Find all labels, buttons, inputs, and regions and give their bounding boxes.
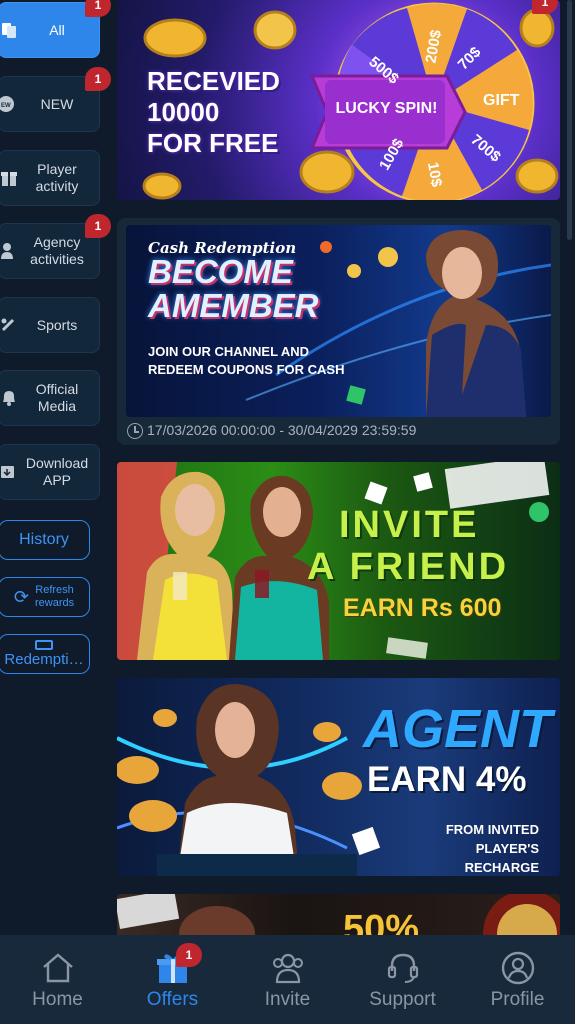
- agent-line1: AGENT: [363, 699, 552, 759]
- svg-text:EW: EW: [1, 103, 11, 109]
- agent-subtext: FROM INVITED PLAYER'S RECHARGE: [445, 822, 539, 875]
- sports-icon: [0, 314, 19, 336]
- home-icon: [42, 952, 73, 982]
- nav-invite-label: Invite: [264, 988, 311, 1010]
- category-sidebar: All 1 EW NEW 1 Player activity Agency ac…: [0, 0, 112, 935]
- cards-icon: [0, 19, 19, 41]
- notification-badge: 1: [85, 67, 111, 91]
- slice-gift: GIFT: [483, 92, 520, 109]
- invite-line2: A FRIEND: [307, 546, 510, 588]
- agent-banner[interactable]: AGENT EARN 4% FROM INVITED PLAYER'S RECH…: [117, 678, 560, 876]
- history-label: History: [19, 531, 69, 548]
- lucky-spin-banner[interactable]: RECEVIED 10000 FOR FREE LUCKY SPIN! 200$…: [117, 0, 560, 200]
- promotions-list: RECEVIED 10000 FOR FREE LUCKY SPIN! 200$…: [117, 0, 560, 935]
- new-tag-icon: EW: [0, 93, 19, 115]
- sidebar-item-label: Agency activities: [30, 234, 84, 267]
- sidebar-item-label: NEW: [40, 95, 74, 112]
- partial-promo-banner[interactable]: 50%: [117, 894, 560, 935]
- become-member-banner: Cash Redemption BECOME AMEMBER JOIN OUR …: [126, 225, 551, 417]
- member-headline: BECOME AMEMBER: [148, 253, 319, 324]
- nav-offers-label: Offers: [146, 988, 199, 1010]
- member-subtext: JOIN OUR CHANNEL AND REDEEM COUPONS FOR …: [148, 344, 345, 377]
- bell-icon: [0, 387, 19, 409]
- promotion-date-range: 17/03/2026 00:00:00 - 30/04/2029 23:59:5…: [147, 422, 417, 438]
- nav-offers[interactable]: Offers 1: [115, 935, 230, 1024]
- nav-invite[interactable]: Invite: [230, 935, 345, 1024]
- nav-home[interactable]: Home: [0, 935, 115, 1024]
- profile-icon: [501, 951, 534, 984]
- refresh-icon: ⟳: [13, 586, 29, 607]
- clock-icon: [127, 423, 143, 439]
- nav-profile[interactable]: Profile: [460, 935, 575, 1024]
- headset-icon: [387, 953, 418, 983]
- partial-banner-artwork: [117, 894, 560, 935]
- refresh-rewards-label: Refresh rewards: [34, 584, 75, 609]
- redemption-label: Redempti…: [4, 651, 84, 668]
- become-member-card[interactable]: Cash Redemption BECOME AMEMBER JOIN OUR …: [117, 218, 560, 445]
- nav-home-label: Home: [32, 988, 83, 1010]
- nav-support-label: Support: [369, 988, 436, 1010]
- sidebar-item-label: Official Media: [35, 381, 79, 414]
- invite-people-icon: [272, 953, 303, 983]
- bottom-navigation: Home Offers 1 Invite Support Profile: [0, 935, 575, 1024]
- download-icon: [0, 461, 19, 483]
- notification-badge: 1: [85, 0, 111, 17]
- agent-line2: EARN 4%: [367, 760, 527, 799]
- partial-banner-text: 50%: [343, 908, 420, 935]
- spin-headline: RECEVIED 10000 FOR FREE: [147, 66, 280, 158]
- sidebar-item-label: Player activity: [35, 161, 79, 194]
- sidebar-item-official-media[interactable]: Official Media: [0, 370, 100, 426]
- refresh-rewards-button[interactable]: ⟳ Refresh rewards: [0, 577, 90, 617]
- lucky-spin-label: LUCKY SPIN!: [335, 100, 438, 117]
- scrollbar[interactable]: [567, 0, 572, 240]
- sidebar-item-label: Download APP: [25, 455, 89, 488]
- sidebar-item-label: Sports: [36, 316, 78, 333]
- ticket-icon: [35, 640, 53, 650]
- history-button[interactable]: History: [0, 520, 90, 560]
- invite-line1: INVITE: [339, 504, 480, 546]
- invite-earn: EARN Rs 600: [343, 594, 502, 622]
- nav-profile-label: Profile: [490, 988, 545, 1010]
- gift-icon: [0, 167, 19, 189]
- nav-support[interactable]: Support: [345, 935, 460, 1024]
- sidebar-item-sports[interactable]: Sports: [0, 297, 100, 353]
- sidebar-item-agency-activities[interactable]: Agency activities 1: [0, 214, 111, 279]
- invite-friend-banner[interactable]: INVITE A FRIEND EARN Rs 600: [117, 462, 560, 660]
- sidebar-item-label: All: [49, 21, 65, 38]
- sidebar-item-new[interactable]: EW NEW 1: [0, 67, 111, 132]
- redemption-button[interactable]: Redempti…: [0, 634, 90, 674]
- agent-icon: [0, 240, 19, 262]
- notification-badge: 1: [176, 943, 202, 967]
- sidebar-item-download-app[interactable]: Download APP: [0, 444, 100, 500]
- sidebar-item-player-activity[interactable]: Player activity: [0, 150, 100, 206]
- notification-badge: 1: [85, 214, 111, 238]
- sidebar-item-all[interactable]: All 1: [0, 0, 111, 58]
